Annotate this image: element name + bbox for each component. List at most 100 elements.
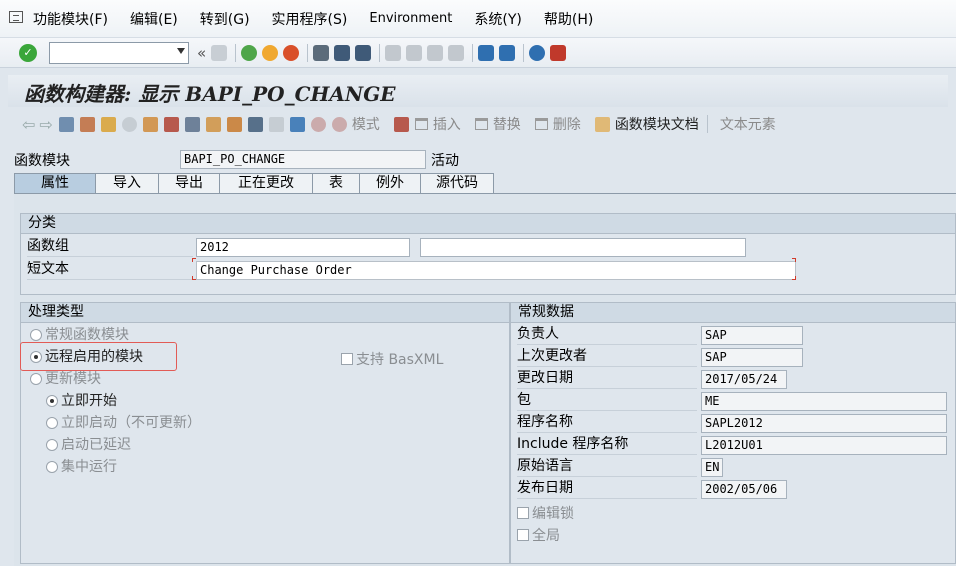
replace-icon[interactable]	[474, 118, 488, 130]
menu-help[interactable]: 帮助(H)	[544, 9, 593, 29]
title-bar: 函数构建器: 显示 BAPI_PO_CHANGE	[8, 75, 948, 107]
radio-button[interactable]	[46, 417, 58, 429]
enter-check-icon[interactable]: ✓	[19, 43, 37, 62]
enhance-icon[interactable]	[393, 116, 409, 132]
breakpoint-icon[interactable]	[310, 116, 326, 132]
test-icon[interactable]	[163, 116, 179, 132]
mode-button[interactable]: 模式	[352, 114, 380, 134]
function-module-field[interactable]: BAPI_PO_CHANGE	[180, 150, 426, 169]
replace-button[interactable]: 替换	[493, 114, 521, 134]
radio-button[interactable]	[46, 395, 58, 407]
responsible-field[interactable]: SAP	[701, 326, 803, 345]
checkbox-label: 全局	[532, 528, 560, 544]
function-group-field[interactable]: 2012	[196, 238, 410, 257]
checkbox-global[interactable]: 全局	[517, 525, 560, 545]
pretty-printer-icon[interactable]	[247, 116, 263, 132]
display-change-icon[interactable]	[79, 116, 95, 132]
checkbox-edit-lock[interactable]: 编辑锁	[517, 503, 574, 523]
tab-tables[interactable]: 表	[312, 173, 360, 193]
checkbox[interactable]	[517, 529, 529, 541]
include-name-field[interactable]: L2012U01	[701, 436, 947, 455]
program-name-field[interactable]: SAPL2012	[701, 414, 947, 433]
toolbar-divider	[379, 43, 381, 62]
other-object-icon[interactable]	[58, 116, 74, 132]
checkbox[interactable]	[517, 507, 529, 519]
package-field[interactable]: ME	[701, 392, 947, 411]
window-icon[interactable]	[268, 116, 284, 132]
cancel-icon[interactable]	[283, 44, 300, 61]
exit-icon[interactable]	[262, 44, 279, 61]
radio-button[interactable]	[46, 461, 58, 473]
radio-button[interactable]	[46, 439, 58, 451]
delete-icon[interactable]	[534, 118, 548, 130]
tab-attributes[interactable]: 属性	[14, 173, 96, 193]
insert-icon[interactable]	[414, 118, 428, 130]
layout-menu-icon[interactable]	[550, 44, 567, 61]
next-page-icon[interactable]	[427, 44, 444, 61]
print-icon[interactable]	[313, 44, 330, 61]
menu-system[interactable]: 系统(Y)	[474, 9, 521, 29]
new-session-icon[interactable]	[478, 44, 495, 61]
radio-start-delayed[interactable]: 启动已延迟	[46, 436, 131, 454]
back-icon[interactable]	[241, 44, 258, 61]
command-input[interactable]	[50, 42, 168, 63]
system-menu-icon[interactable]	[9, 10, 23, 23]
checkbox-basxml[interactable]: 支持 BasXML	[341, 349, 443, 369]
collapse-command-icon[interactable]: «	[197, 44, 206, 62]
where-used-icon[interactable]	[142, 116, 158, 132]
info-icon[interactable]	[289, 116, 305, 132]
hierarchy-icon[interactable]	[226, 116, 242, 132]
find-icon[interactable]	[334, 44, 351, 61]
find-next-icon[interactable]	[355, 44, 372, 61]
chevron-down-icon[interactable]	[177, 47, 185, 54]
navigation-icon[interactable]	[205, 116, 221, 132]
back-arrow-icon[interactable]: ⇦	[22, 115, 35, 134]
release-date-field[interactable]: 2002/05/06	[701, 480, 787, 499]
toolbar-divider	[307, 43, 309, 62]
radio-label: 立即开始	[61, 393, 117, 409]
help-icon[interactable]	[529, 44, 546, 61]
menu-utilities[interactable]: 实用程序(S)	[272, 9, 348, 29]
tab-export[interactable]: 导出	[158, 173, 220, 193]
forward-arrow-icon[interactable]: ⇨	[39, 115, 52, 134]
checkbox[interactable]	[341, 353, 353, 365]
check-icon[interactable]	[100, 116, 116, 132]
changed-on-field[interactable]: 2017/05/24	[701, 370, 787, 389]
object-list-icon[interactable]	[184, 116, 200, 132]
last-page-icon[interactable]	[448, 44, 465, 61]
previous-page-icon[interactable]	[406, 44, 423, 61]
tab-changing[interactable]: 正在更改	[219, 173, 313, 193]
required-marker	[192, 258, 196, 262]
short-text-field[interactable]: Change Purchase Order	[196, 261, 796, 280]
save-icon[interactable]	[211, 44, 228, 61]
radio-label: 立即启动（不可更新）	[61, 415, 201, 431]
tab-source-code[interactable]: 源代码	[420, 173, 494, 193]
watchpoint-icon[interactable]	[331, 116, 347, 132]
last-changed-by-field[interactable]: SAP	[701, 348, 803, 367]
radio-button[interactable]	[30, 373, 42, 385]
delete-button[interactable]: 删除	[553, 114, 581, 134]
insert-button[interactable]: 插入	[433, 114, 461, 134]
command-field[interactable]	[49, 41, 189, 64]
radio-start-immediately[interactable]: 立即开始	[46, 392, 117, 410]
menu-function-module[interactable]: 功能模块(F)	[33, 9, 108, 29]
shortcut-icon[interactable]	[499, 44, 516, 61]
radio-update-module[interactable]: 更新模块	[30, 370, 101, 388]
activate-icon[interactable]	[121, 116, 137, 132]
first-page-icon[interactable]	[385, 44, 402, 61]
function-group-text-field[interactable]	[420, 238, 746, 257]
documentation-icon[interactable]	[594, 116, 610, 132]
tab-import[interactable]: 导入	[95, 173, 159, 193]
original-language-field[interactable]: EN	[701, 458, 723, 477]
menu-edit[interactable]: 编辑(E)	[130, 9, 178, 29]
radio-immediate-no-update[interactable]: 立即启动（不可更新）	[46, 414, 201, 432]
text-elements-button[interactable]: 文本元素	[720, 114, 776, 134]
fm-documentation-button[interactable]: 函数模块文档	[615, 114, 699, 134]
menu-goto[interactable]: 转到(G)	[200, 9, 250, 29]
radio-collective-run[interactable]: 集中运行	[46, 458, 117, 476]
menu-environment[interactable]: Environment	[369, 11, 452, 26]
radio-button[interactable]	[30, 329, 42, 341]
function-module-label: 函数模块	[14, 153, 70, 169]
tab-exceptions[interactable]: 例外	[359, 173, 421, 193]
standard-toolbar: ✓ «	[0, 38, 956, 68]
